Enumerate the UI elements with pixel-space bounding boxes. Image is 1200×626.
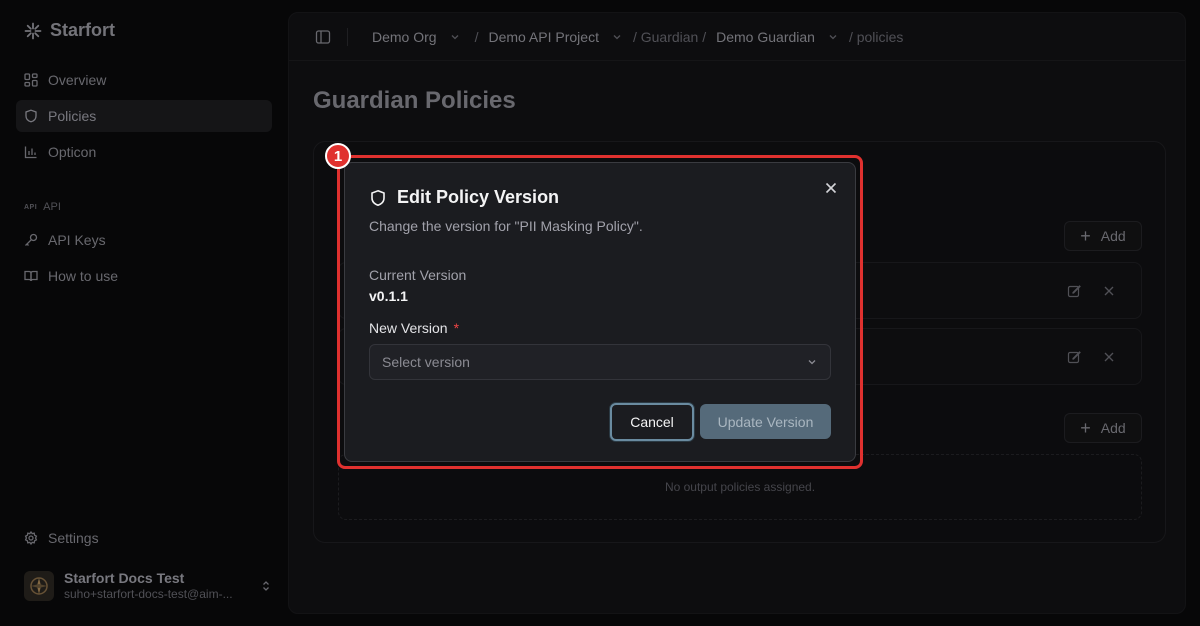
sidebar-item-settings[interactable]: Settings	[16, 522, 272, 554]
required-indicator: *	[453, 320, 460, 336]
sidebar-item-label: Policies	[48, 108, 97, 124]
user-menu[interactable]: Starfort Docs Test suho+starfort-docs-te…	[24, 568, 272, 604]
shield-icon	[371, 189, 385, 206]
new-version-label-text: New Version	[369, 320, 448, 336]
sidebar-item-api-keys[interactable]: API Keys	[16, 224, 272, 256]
sidebar-section-api: API API	[24, 201, 61, 213]
shield-icon	[25, 109, 37, 123]
breadcrumb-page: / policies	[848, 28, 904, 45]
sidebar-item-overview[interactable]: Overview	[16, 64, 272, 96]
breadcrumb-guardian[interactable]: Demo Guardian	[716, 29, 815, 45]
chevron-down-icon[interactable]	[827, 31, 839, 43]
api-icon: API	[24, 203, 38, 211]
current-version-label: Current Version	[369, 267, 467, 283]
add-input-policy-button[interactable]: + Add	[1064, 221, 1142, 251]
update-version-button[interactable]: Update Version	[700, 404, 831, 439]
chart-icon	[24, 146, 37, 159]
current-version-value: v0.1.1	[369, 288, 408, 304]
new-version-label: New Version *	[369, 320, 459, 336]
dialog-title-text: Edit Policy Version	[397, 187, 560, 207]
chevron-down-icon[interactable]	[611, 31, 623, 43]
key-icon	[25, 233, 38, 246]
dialog-title: Edit Policy Version	[369, 187, 559, 208]
chevrons-up-down-icon	[263, 581, 269, 591]
starfort-logo-icon	[24, 22, 42, 39]
close-icon[interactable]	[823, 180, 839, 196]
add-label: Add	[1100, 420, 1126, 436]
sidebar-toggle-icon[interactable]	[315, 29, 331, 45]
version-select[interactable]: Select version	[369, 344, 831, 380]
gear-icon	[24, 531, 38, 545]
dialog-description: Change the version for "PII Masking Poli…	[369, 218, 643, 234]
add-label: Add	[1100, 228, 1126, 244]
sidebar: Starfort Overview Policies Opticon API A…	[0, 0, 288, 626]
grid-icon	[24, 73, 38, 87]
remove-icon[interactable]	[1102, 350, 1116, 364]
sidebar-item-policies[interactable]: Policies	[16, 100, 272, 132]
sidebar-item-label: API Keys	[48, 232, 106, 248]
annotation-badge: 1	[325, 143, 351, 169]
sidebar-item-label: Overview	[48, 72, 107, 88]
breadcrumb-org[interactable]: Demo Org	[372, 29, 437, 45]
add-output-policy-button[interactable]: + Add	[1064, 413, 1142, 443]
avatar	[24, 571, 54, 601]
page-title: Guardian Policies	[313, 87, 516, 114]
edit-icon[interactable]	[1067, 284, 1081, 298]
edit-icon[interactable]	[1067, 350, 1081, 364]
breadcrumb-section: / Guardian /	[632, 28, 707, 45]
chevron-down-icon	[808, 360, 816, 365]
compass-logo-icon	[30, 577, 48, 595]
user-email: suho+starfort-docs-test@aim-...	[64, 587, 233, 602]
sidebar-item-opticon[interactable]: Opticon	[16, 136, 272, 168]
chevron-down-icon[interactable]	[449, 31, 461, 43]
breadcrumb-separator: /	[474, 28, 479, 45]
section-label: API	[43, 201, 61, 213]
sidebar-item-label: How to use	[48, 268, 119, 284]
app-root: Starfort Overview Policies Opticon API A…	[0, 0, 1200, 626]
cancel-button[interactable]: Cancel	[610, 403, 694, 441]
version-select-placeholder: Select version	[382, 354, 470, 370]
user-name: Starfort Docs Test	[64, 569, 185, 586]
topbar: Demo Org / Demo API Project / Guardian /…	[289, 13, 1185, 61]
sidebar-item-how-to-use[interactable]: How to use	[16, 260, 272, 292]
plus-icon: +	[1080, 226, 1091, 246]
sidebar-item-label: Settings	[48, 530, 99, 546]
remove-icon[interactable]	[1102, 284, 1116, 298]
plus-icon: +	[1080, 418, 1091, 438]
breadcrumb-project[interactable]: Demo API Project	[488, 29, 599, 45]
topbar-divider	[347, 27, 348, 46]
user-info: Starfort Docs Test suho+starfort-docs-te…	[64, 570, 250, 603]
brand-name: Starfort	[50, 20, 116, 40]
brand[interactable]: Starfort	[24, 20, 115, 41]
sidebar-item-label: Opticon	[48, 144, 97, 160]
book-icon	[24, 270, 38, 282]
edit-policy-version-dialog: Edit Policy Version Change the version f…	[344, 162, 856, 462]
